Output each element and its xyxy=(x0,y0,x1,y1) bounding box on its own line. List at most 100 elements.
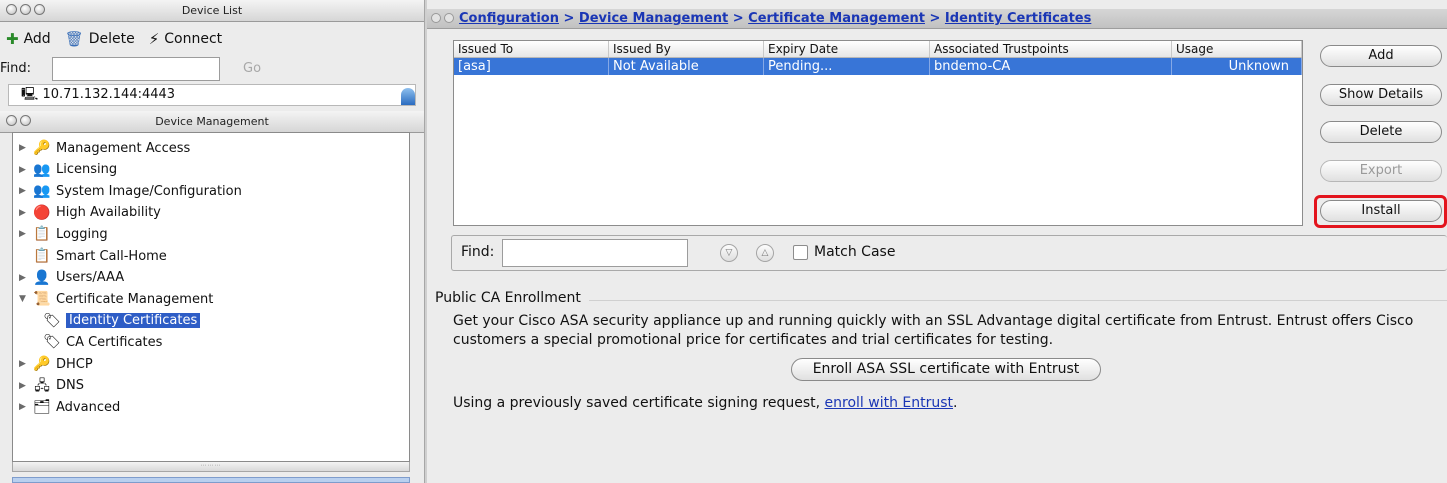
tree-item-label: Certificate Management xyxy=(56,291,214,307)
tree-item-advanced[interactable]: ▶ 🗂 Advanced xyxy=(19,397,120,417)
collapsed-arrow-icon[interactable]: ▶ xyxy=(19,165,33,175)
tree-item-identity-certificates[interactable]: 🏷 Identity Certificates xyxy=(43,311,201,331)
identity-certificates-table: Issued To Issued By Expiry Date Associat… xyxy=(453,40,1303,226)
cell-expiry-date: Pending... xyxy=(764,58,930,75)
column-header-issued-to[interactable]: Issued To xyxy=(454,41,609,57)
delete-button[interactable]: Delete xyxy=(1320,121,1442,143)
enroll-with-entrust-link[interactable]: enroll with Entrust xyxy=(825,395,954,411)
scrollbar-thumb[interactable] xyxy=(401,88,415,105)
breadcrumb-device-management[interactable]: Device Management xyxy=(579,11,728,26)
forward-icon[interactable] xyxy=(444,13,454,23)
tree-item-system-image-configuration[interactable]: ▶ 👥 System Image/Configuration xyxy=(19,181,242,201)
plus-icon: ✚ xyxy=(6,30,19,48)
tree-item-label: Licensing xyxy=(56,162,118,178)
tree-item-label: DHCP xyxy=(56,356,93,372)
column-header-expiry-date[interactable]: Expiry Date xyxy=(764,41,930,57)
go-button[interactable]: Go xyxy=(243,61,261,76)
cell-issued-by: Not Available xyxy=(609,58,764,75)
export-button[interactable]: Export xyxy=(1320,160,1442,182)
breadcrumb-certificate-management[interactable]: Certificate Management xyxy=(748,11,925,26)
device-find-label: Find: xyxy=(0,61,32,76)
tree-item-dhcp[interactable]: ▶ 🔑 DHCP xyxy=(19,354,93,374)
cell-usage: Unknown xyxy=(1172,58,1302,75)
enrollment-title: Public CA Enrollment xyxy=(435,290,589,306)
table-find-input[interactable] xyxy=(502,239,688,267)
left-pane: Device List ✚ Add 🗑 Delete ⚡ Connect Fin… xyxy=(0,0,424,483)
delete-device-button[interactable]: 🗑 Delete xyxy=(65,30,135,48)
computer-icon: 🖳 xyxy=(21,87,39,102)
tree-item-ca-certificates[interactable]: 🏷 CA Certificates xyxy=(43,332,162,352)
zoom-panel-icon[interactable] xyxy=(20,115,31,126)
collapsed-arrow-icon[interactable]: ▶ xyxy=(19,273,33,283)
tree-item-licensing[interactable]: ▶ 👥 Licensing xyxy=(19,160,117,180)
delete-device-label: Delete xyxy=(88,31,135,47)
device-management-title: Device Management xyxy=(155,115,269,128)
collapsed-arrow-icon[interactable]: ▶ xyxy=(19,381,33,391)
breadcrumb: Configuration > Device Management > Cert… xyxy=(459,9,1091,28)
trash-icon: 🗑 xyxy=(64,30,84,48)
device-address: 10.71.132.144:4443 xyxy=(42,87,176,102)
column-header-trustpoints[interactable]: Associated Trustpoints xyxy=(930,41,1172,57)
show-details-button[interactable]: Show Details xyxy=(1320,84,1442,106)
add-device-button[interactable]: ✚ Add xyxy=(6,30,51,48)
breadcrumb-controls xyxy=(431,13,454,23)
column-header-usage[interactable]: Usage xyxy=(1172,41,1302,57)
collapsed-arrow-icon[interactable]: ▶ xyxy=(19,186,33,196)
column-header-issued-by[interactable]: Issued By xyxy=(609,41,764,57)
breadcrumb-separator: > xyxy=(563,11,579,26)
tree-item-label: High Availability xyxy=(56,205,161,221)
connect-device-button[interactable]: ⚡ Connect xyxy=(149,30,222,48)
install-button[interactable]: Install xyxy=(1320,200,1442,222)
zoom-window-icon[interactable] xyxy=(34,4,45,15)
breadcrumb-configuration[interactable]: Configuration xyxy=(459,11,559,26)
match-case-checkbox[interactable] xyxy=(793,245,808,260)
collapsed-arrow-icon[interactable]: ▶ xyxy=(19,208,33,218)
identity-certificates-icon: 🏷 xyxy=(43,312,61,329)
device-find-input[interactable] xyxy=(52,57,220,81)
panel-controls xyxy=(6,115,31,126)
close-window-icon[interactable] xyxy=(6,4,17,15)
collapsed-arrow-icon[interactable]: ▶ xyxy=(19,359,33,369)
dns-icon: 🖧 xyxy=(34,377,50,394)
table-find-bar: Find: ▽ △ Match Case xyxy=(451,235,1447,271)
tree-item-label: Identity Certificates xyxy=(66,313,201,329)
collapsed-arrow-icon[interactable]: ▶ xyxy=(19,143,33,153)
tree-item-high-availability[interactable]: ▶ 🔴 High Availability xyxy=(19,203,161,223)
breadcrumb-separator: > xyxy=(929,11,945,26)
close-panel-icon[interactable] xyxy=(6,115,17,126)
device-list-title: Device List xyxy=(181,4,243,17)
device-list-titlebar: Device List xyxy=(0,0,424,22)
enrollment-previous-text: Using a previously saved certificate sig… xyxy=(453,395,957,411)
enroll-entrust-button[interactable]: Enroll ASA SSL certificate with Entrust xyxy=(791,358,1101,381)
plug-icon: ⚡ xyxy=(148,30,160,48)
enrollment-description: Get your Cisco ASA security appliance up… xyxy=(453,313,1414,348)
add-button[interactable]: Add xyxy=(1320,45,1442,67)
collapsed-arrow-icon[interactable]: ▶ xyxy=(19,229,33,239)
back-icon[interactable] xyxy=(431,13,441,23)
find-next-icon[interactable]: ▽ xyxy=(720,244,738,262)
table-row[interactable]: [asa] Not Available Pending... bndemo-CA… xyxy=(454,58,1302,75)
ca-certificates-icon: 🏷 xyxy=(43,334,61,351)
breadcrumb-separator: > xyxy=(732,11,749,26)
licensing-icon: 👥 xyxy=(33,161,51,178)
minimize-window-icon[interactable] xyxy=(20,4,31,15)
device-list-item[interactable]: 🖳 10.71.132.144:4443 xyxy=(8,84,416,106)
breadcrumb-identity-certificates[interactable]: Identity Certificates xyxy=(945,11,1091,26)
system-image-icon: 👥 xyxy=(33,183,51,200)
expanded-arrow-icon[interactable]: ▼ xyxy=(19,294,33,304)
collapsed-panel-bar[interactable] xyxy=(12,477,410,483)
tree-item-smart-call-home[interactable]: 📋 Smart Call-Home xyxy=(19,246,167,266)
tree-item-users-aaa[interactable]: ▶ 👤 Users/AAA xyxy=(19,268,124,288)
tree-item-logging[interactable]: ▶ 📋 Logging xyxy=(19,224,108,244)
find-previous-icon[interactable]: △ xyxy=(756,244,774,262)
tree-item-certificate-management[interactable]: ▼ 📜 Certificate Management xyxy=(19,289,213,309)
tree-item-management-access[interactable]: ▶ 🔑 Management Access xyxy=(19,138,190,158)
certificate-management-icon: 📜 xyxy=(33,291,51,308)
tree-item-label: Advanced xyxy=(56,399,121,415)
device-management-tree: ▶ 🔑 Management Access ▶ 👥 Licensing ▶ 👥 System I… xyxy=(12,132,410,462)
collapsed-arrow-icon[interactable]: ▶ xyxy=(19,402,33,412)
tree-item-dns[interactable]: ▶ 🖧 DNS xyxy=(19,376,84,396)
device-find-row: Find: Go xyxy=(0,57,424,83)
tree-item-label: CA Certificates xyxy=(66,334,163,350)
resize-grip[interactable]: ⋯⋯⋯ xyxy=(12,462,410,472)
